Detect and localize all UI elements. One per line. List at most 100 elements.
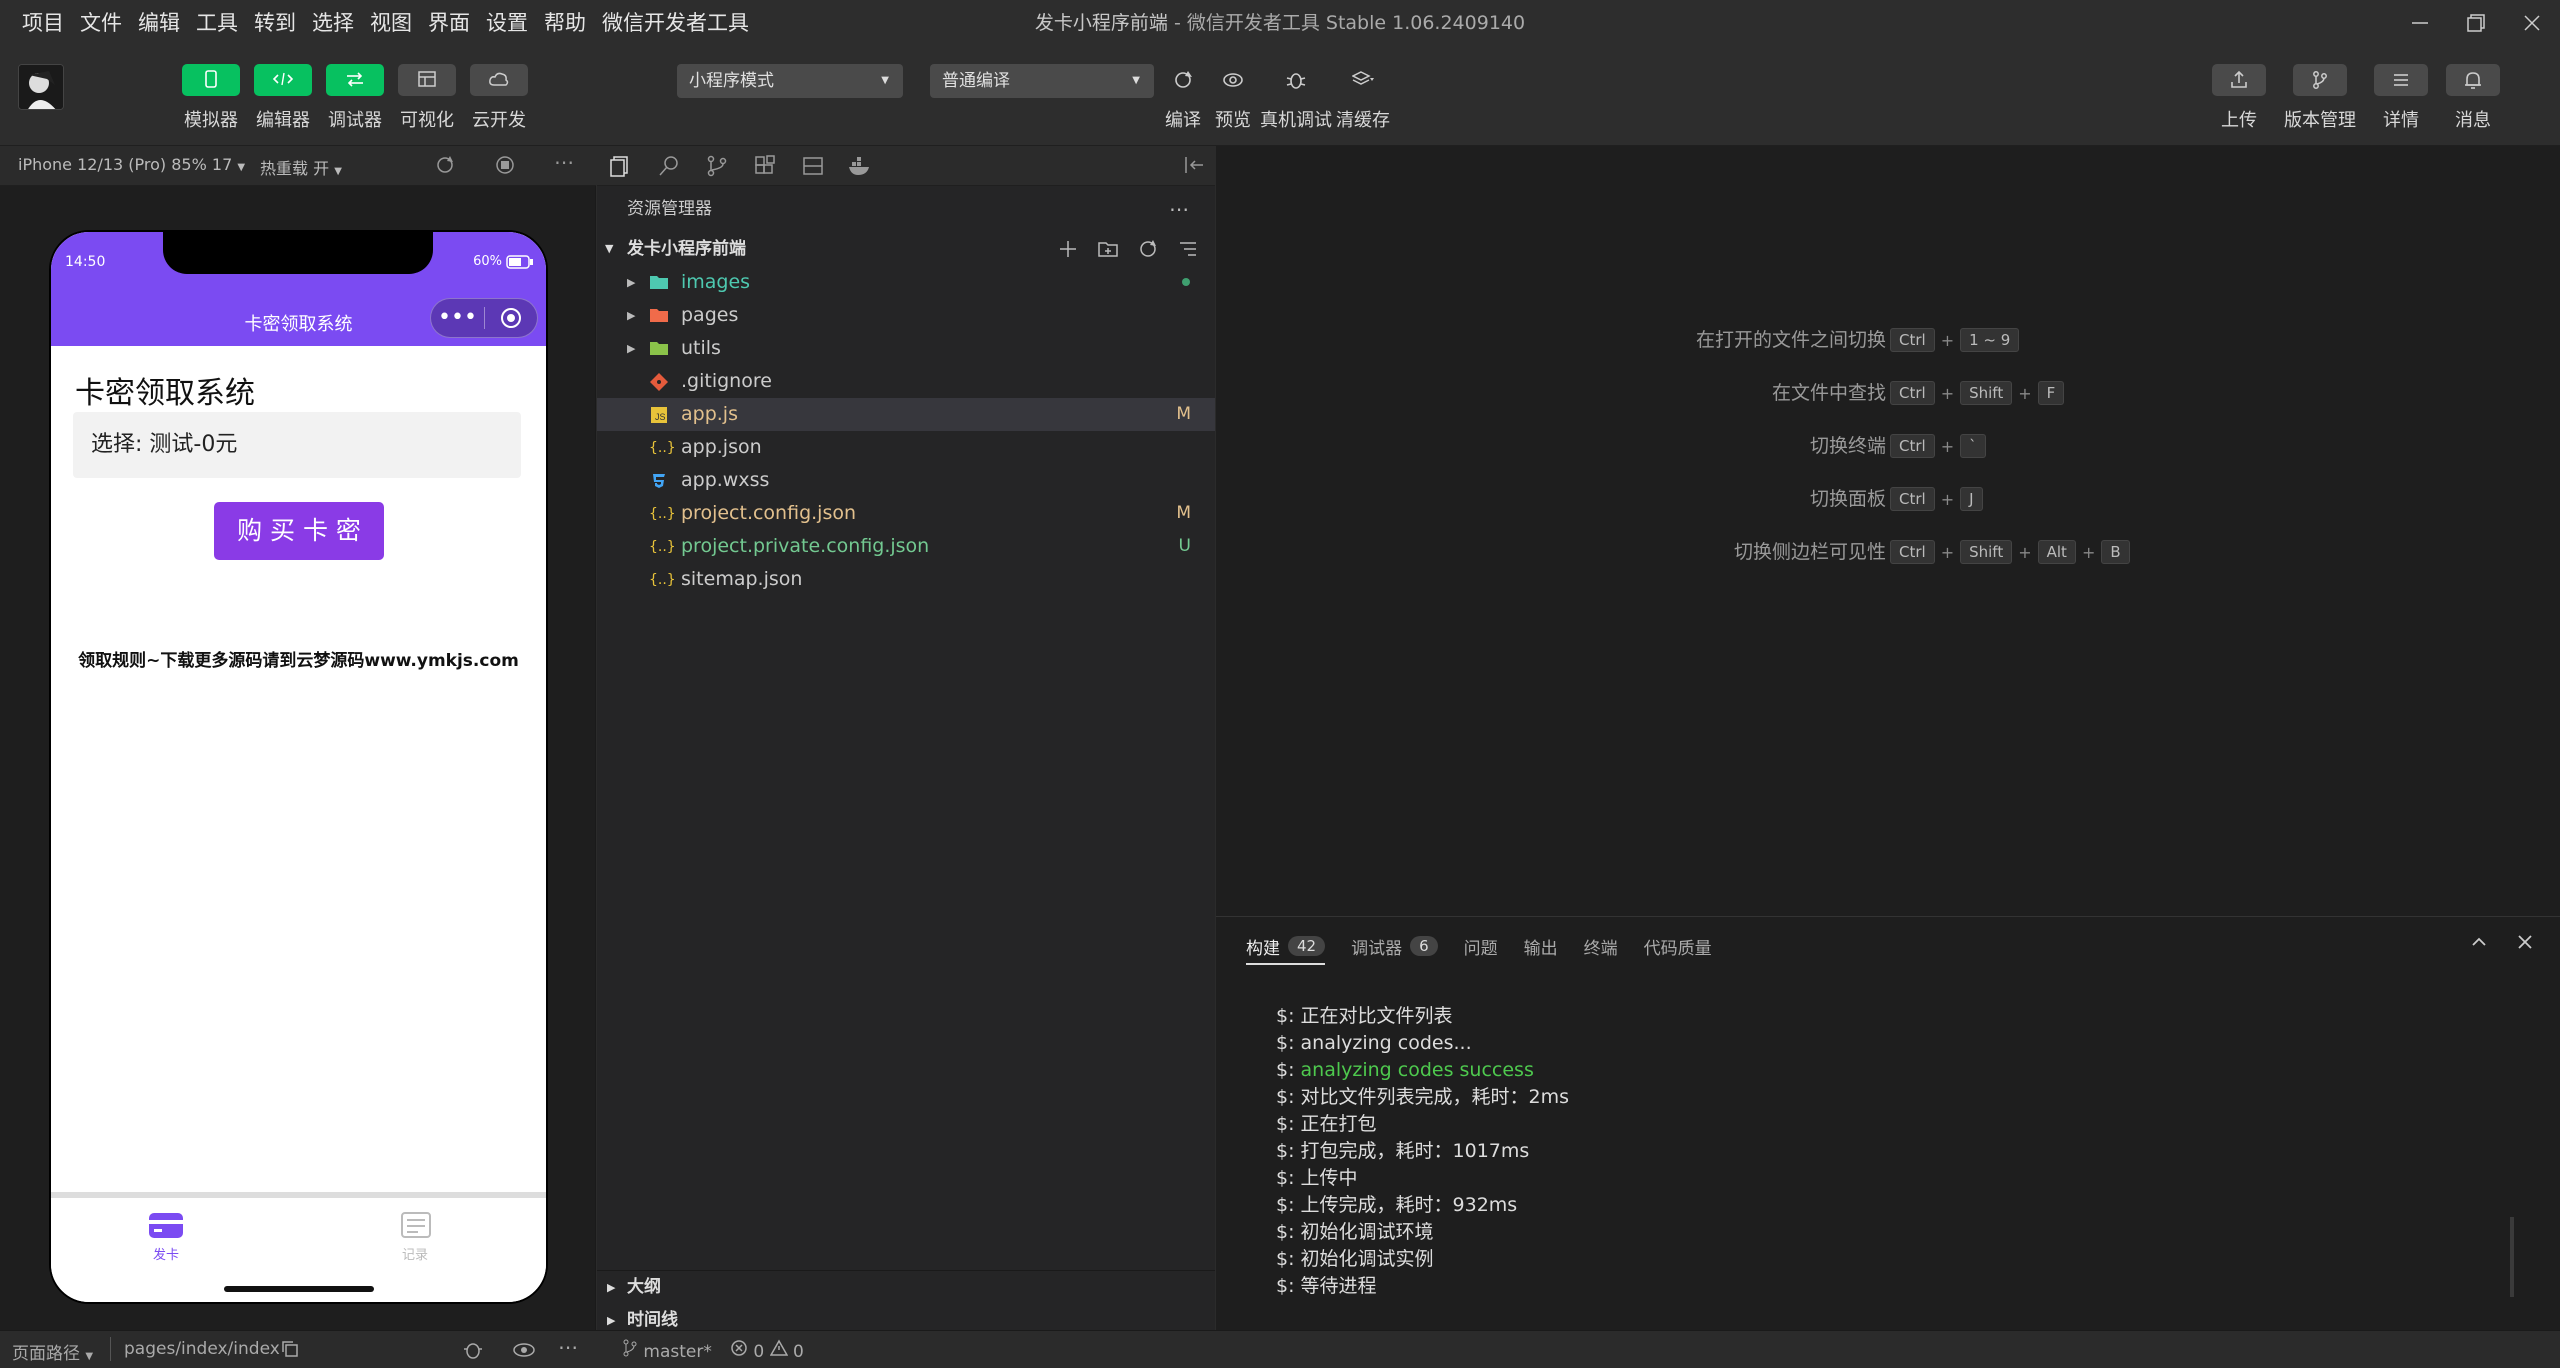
- toolbar-bug-button[interactable]: 真机调试: [1260, 64, 1332, 132]
- key-cap: `: [1960, 434, 1986, 458]
- collapse-all-icon[interactable]: [1177, 238, 1199, 260]
- capsule-more-icon[interactable]: •••: [431, 307, 484, 329]
- toolbar-eye-button[interactable]: 预览: [1210, 64, 1256, 132]
- user-avatar[interactable]: [18, 64, 64, 110]
- docker-icon[interactable]: [847, 154, 873, 182]
- files-icon[interactable]: [609, 154, 633, 182]
- menu-item[interactable]: 工具: [188, 0, 246, 46]
- copy-icon[interactable]: [280, 1339, 300, 1364]
- minimize-button[interactable]: [2392, 0, 2448, 46]
- file-name: app.json: [681, 436, 762, 458]
- menu-item[interactable]: 项目: [14, 0, 72, 46]
- tree-file[interactable]: {..} project.private.config.json U: [597, 530, 1215, 563]
- status-battery: 60%: [473, 254, 502, 269]
- phone-notch: [163, 232, 433, 274]
- search-icon[interactable]: [657, 154, 681, 182]
- menu-item[interactable]: 转到: [246, 0, 304, 46]
- panel-tab[interactable]: 问题: [1464, 934, 1498, 959]
- product-picker[interactable]: 选择: 测试-0元: [73, 412, 521, 478]
- explorer-more-icon[interactable]: ⋯: [1169, 186, 1189, 232]
- menu-item[interactable]: 微信开发者工具: [594, 0, 757, 46]
- phone-tab-bar: 发卡 记录: [51, 1192, 546, 1302]
- panel-tab[interactable]: 代码质量: [1644, 934, 1712, 959]
- stop-icon[interactable]: [494, 154, 516, 180]
- menu-item[interactable]: 选择: [304, 0, 362, 46]
- toolbar-menu-button[interactable]: 详情: [2374, 64, 2428, 132]
- maximize-panel-icon[interactable]: [2468, 931, 2490, 957]
- toolbar-label: 上传: [2221, 110, 2257, 131]
- branch-icon: [623, 1339, 637, 1357]
- bottom-panel: 构建 42 调试器 6 问题 输出 终端 代码质量 $: 正在对比文件列表 $: analyzi…: [1216, 916, 2560, 1330]
- toolbar-branch-button[interactable]: 版本管理: [2284, 64, 2356, 132]
- menu-item[interactable]: 界面: [420, 0, 478, 46]
- panel-tab[interactable]: 调试器 6: [1351, 934, 1438, 959]
- tree-file[interactable]: {..} app.json: [597, 431, 1215, 464]
- menu-item[interactable]: 帮助: [536, 0, 594, 46]
- toolbar-bell-button[interactable]: 消息: [2446, 64, 2500, 132]
- git-file-icon: [649, 372, 669, 392]
- toolbar-layout-button[interactable]: 可视化: [398, 64, 456, 132]
- menu-item[interactable]: 设置: [478, 0, 536, 46]
- tree-folder[interactable]: ▶ images: [597, 266, 1215, 299]
- refresh-explorer-icon[interactable]: [1137, 238, 1159, 260]
- close-window-button[interactable]: [2504, 0, 2560, 46]
- file-name: sitemap.json: [681, 568, 803, 590]
- capsule-close-icon[interactable]: [485, 307, 537, 329]
- menu-item[interactable]: 文件: [72, 0, 130, 46]
- toolbar-refresh-button[interactable]: 编译: [1160, 64, 1206, 132]
- tree-file[interactable]: app.wxss: [597, 464, 1215, 497]
- page-path-label[interactable]: 页面路径 ▼: [12, 1339, 93, 1364]
- layout-icon[interactable]: [801, 154, 825, 182]
- css-file-icon: [649, 471, 669, 491]
- phone-icon: [182, 64, 240, 96]
- toolbar-upload-button[interactable]: 上传: [2212, 64, 2266, 132]
- menu-item[interactable]: 视图: [362, 0, 420, 46]
- panel-tab[interactable]: 终端: [1584, 934, 1618, 959]
- buy-card-button[interactable]: 购 买 卡 密: [214, 502, 384, 560]
- shortcut-hint: 切换侧边栏可见性 Ctrl + Shift + Alt + B: [1216, 538, 2560, 566]
- toolbar-label: 消息: [2455, 110, 2491, 131]
- panel-tab[interactable]: 构建 42: [1246, 934, 1326, 965]
- toolbar-code-button[interactable]: 编辑器: [254, 64, 312, 132]
- hot-reload-toggle[interactable]: 热重载 开 ▼: [260, 155, 342, 179]
- more-icon[interactable]: ⋯: [554, 150, 574, 174]
- compile-select[interactable]: 普通编译 ▼: [930, 64, 1154, 98]
- extensions-icon[interactable]: [753, 154, 777, 182]
- shortcut-hint: 切换面板 Ctrl + J: [1216, 485, 2560, 513]
- toolbar-debug-button[interactable]: 调试器: [326, 64, 384, 132]
- preview-status-icon[interactable]: [512, 1339, 536, 1366]
- tree-folder[interactable]: ▶ utils: [597, 332, 1215, 365]
- toolbar-layers-button[interactable]: 清缓存: [1336, 64, 1390, 132]
- tree-file[interactable]: {..} project.config.json M: [597, 497, 1215, 530]
- toolbar-phone-button[interactable]: 模拟器: [182, 64, 240, 132]
- simulator-header: iPhone 12/13 (Pro) 85% 17 ▼ 热重载 开 ▼ ⋯: [0, 146, 596, 186]
- tab-issue-card[interactable]: 发卡: [106, 1210, 226, 1263]
- mode-select[interactable]: 小程序模式 ▼: [677, 64, 903, 98]
- device-select[interactable]: iPhone 12/13 (Pro) 85% 17 ▼: [18, 155, 245, 174]
- tree-file[interactable]: {..} sitemap.json: [597, 563, 1215, 596]
- project-root[interactable]: ▼ 发卡小程序前端: [597, 232, 1215, 266]
- tree-folder[interactable]: ▶ pages: [597, 299, 1215, 332]
- tab-records[interactable]: 记录: [355, 1210, 475, 1263]
- panel-tab[interactable]: 输出: [1524, 934, 1558, 959]
- new-folder-icon[interactable]: [1097, 238, 1119, 260]
- bug-status-icon[interactable]: [462, 1339, 484, 1366]
- rules-text: 领取规则~下载更多源码请到云梦源码www.ymkjs.com: [78, 651, 519, 671]
- tree-file[interactable]: JS app.js M: [597, 398, 1215, 431]
- menu-item[interactable]: 编辑: [130, 0, 188, 46]
- mini-program-capsule: •••: [430, 298, 538, 338]
- collapse-sidebar-icon[interactable]: [1183, 154, 1205, 180]
- status-more-icon[interactable]: ⋯: [558, 1335, 578, 1359]
- log-scrollbar[interactable]: [2510, 1217, 2514, 1297]
- problems-indicator[interactable]: 0 0: [730, 1339, 804, 1362]
- source-control-icon[interactable]: [705, 154, 729, 182]
- panel-tab-label: 构建: [1246, 938, 1280, 959]
- git-branch[interactable]: master*: [622, 1339, 712, 1362]
- close-panel-icon[interactable]: [2514, 931, 2536, 957]
- maximize-button[interactable]: [2448, 0, 2504, 46]
- toolbar-cloud-button[interactable]: 云开发: [470, 64, 528, 132]
- outline-header[interactable]: ▶ 大纲: [597, 1271, 1215, 1304]
- rotate-icon[interactable]: [434, 154, 456, 180]
- tree-file[interactable]: .gitignore: [597, 365, 1215, 398]
- new-file-icon[interactable]: [1057, 238, 1079, 260]
